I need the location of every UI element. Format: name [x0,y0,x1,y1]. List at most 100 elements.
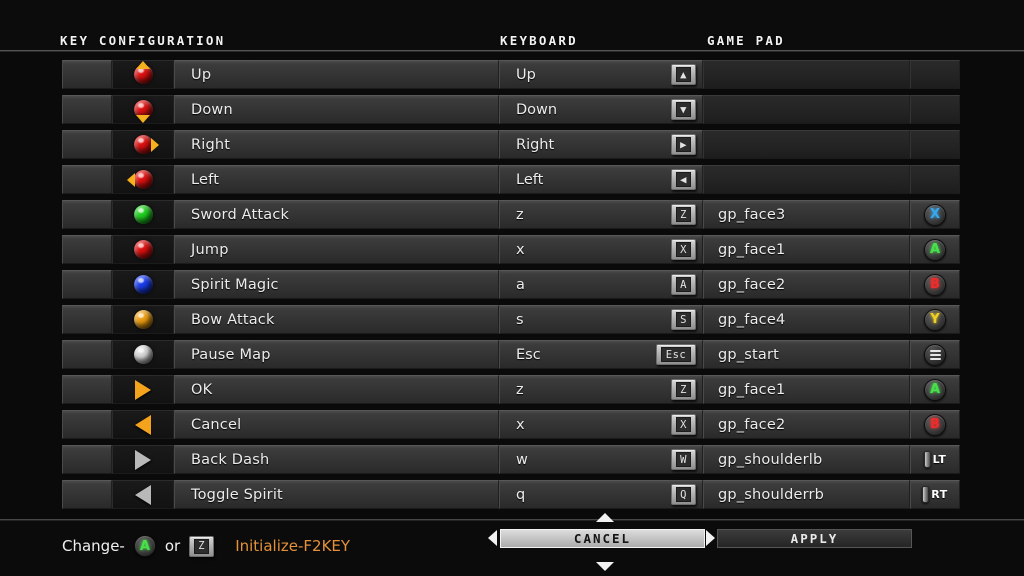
row-marker-cell [62,165,112,194]
keyboard-binding-cell[interactable]: xX [499,410,703,439]
gamepad-binding-cell[interactable]: gp_face2 [703,410,910,439]
gamepad-binding-cell[interactable] [703,165,910,194]
cursor-down-icon [596,562,614,571]
keycap-glyph: Z [676,207,691,222]
action-icon-cell [112,235,174,264]
table-row[interactable]: Up Up ▲ [62,60,962,89]
keycap-glyph: Esc [661,347,691,362]
keyboard-binding-cell[interactable]: xX [499,235,703,264]
keyboard-binding-cell[interactable]: zZ [499,375,703,404]
gamepad-binding-cell[interactable] [703,130,910,159]
column-header-keyboard: KEYBOARD [500,33,578,48]
w-key-icon: W [671,449,696,470]
row-marker-cell [62,200,112,229]
gamepad-binding-cell[interactable]: gp_shoulderlb [703,445,910,474]
table-row[interactable]: Bow Attack s Sgp_face4 Y [62,305,962,334]
action-label: Left [191,171,220,188]
arrow-down-icon [136,115,150,123]
gamepad-binding-cell[interactable]: gp_face4 [703,305,910,334]
or-label: or [164,537,181,555]
keycap-glyph: ▲ [676,67,691,82]
gamepad-binding-cell[interactable]: gp_shoulderrb [703,480,910,509]
page-title: KEY CONFIGURATION [60,33,226,48]
row-marker-cell [62,60,112,89]
gamepad-icon-cell: A [910,375,960,404]
gamepad-binding-cell[interactable] [703,60,910,89]
keyboard-binding-cell[interactable]: Down ▼ [499,95,703,124]
initialize-hint-label: Initialize-F2KEY [235,537,351,555]
cancel-button[interactable]: CANCEL [500,529,705,548]
gamepad-binding-label: gp_face2 [718,416,786,433]
gamepad-binding-cell[interactable] [703,95,910,124]
z-key-icon: Z [671,379,696,400]
keycap-glyph: X [676,242,691,257]
table-row[interactable]: Down Down ▼ [62,95,962,124]
row-marker-cell [62,95,112,124]
action-name-cell: Pause Map [174,340,499,369]
esc-key-icon: Esc [656,344,696,365]
table-row[interactable]: Back Dash w Wgp_shoulderlb LT [62,445,962,474]
action-label: Bow Attack [191,311,275,328]
table-row[interactable]: Toggle Spirit q Qgp_shoulderrb RT [62,480,962,509]
keyboard-binding-cell[interactable]: wW [499,445,703,474]
action-icon-cell [112,480,174,509]
keyboard-binding-cell[interactable]: Up ▲ [499,60,703,89]
table-row[interactable]: Sword Attack z Zgp_face3 X [62,200,962,229]
action-name-cell: Down [174,95,499,124]
table-row[interactable]: Pause Map Esc Esc gp_start [62,340,962,369]
gamepad-icon-cell [910,130,960,159]
keyboard-binding-cell[interactable]: zZ [499,200,703,229]
table-row[interactable]: Left Left ◀ [62,165,962,194]
table-row[interactable]: Right Right ▶ [62,130,962,159]
x-key-icon: X [671,414,696,435]
gamepad-binding-label: gp_face1 [718,241,786,258]
keyboard-binding-cell[interactable]: sS [499,305,703,334]
green-sphere-icon [133,205,153,224]
keyboard-binding-cell[interactable]: qQ [499,480,703,509]
action-name-cell: Left [174,165,499,194]
gamepad-binding-cell[interactable]: gp_face1 [703,375,910,404]
action-label: Right [191,136,231,153]
keyboard-binding-cell[interactable]: aA [499,270,703,299]
row-marker-cell [62,375,112,404]
gamepad-binding-cell[interactable]: gp_face2 [703,270,910,299]
action-label: Down [191,101,233,118]
arrow-left-icon [127,172,135,187]
action-name-cell: Right [174,130,499,159]
gamepad-icon-cell [910,95,960,124]
action-label: OK [191,381,213,398]
action-icon-cell [112,165,174,194]
action-icon-cell [112,270,174,299]
action-icon-cell [112,305,174,334]
trigger-label: RT [931,488,948,501]
keycap-glyph: S [676,312,691,327]
apply-button[interactable]: APPLY [717,529,912,548]
table-row[interactable]: OK z Zgp_face1 A [62,375,962,404]
a-key-icon: A [671,274,696,295]
gamepad-binding-cell[interactable]: gp_face3 [703,200,910,229]
action-icon-cell [112,60,174,89]
arrow-left-key-icon: ◀ [671,169,696,190]
keyboard-binding-cell[interactable]: Left ◀ [499,165,703,194]
table-row[interactable]: Spirit Magic a Agp_face2 B [62,270,962,299]
action-icon-cell [112,375,174,404]
gamepad-binding-cell[interactable]: gp_start [703,340,910,369]
keyboard-binding-cell[interactable]: Esc Esc [499,340,703,369]
header-divider [0,50,1024,52]
keyboard-binding-label: Left [516,171,544,188]
trigger-body-icon [923,451,931,468]
row-marker-cell [62,340,112,369]
footer-divider [0,519,1024,521]
xbox-lt-trigger-icon: LT [923,451,947,468]
z-key-icon: Z [189,535,215,557]
action-name-cell: Up [174,60,499,89]
arrow-down-key-icon: ▼ [671,99,696,120]
gamepad-binding-cell[interactable]: gp_face1 [703,235,910,264]
action-name-cell: Sword Attack [174,200,499,229]
keyboard-binding-cell[interactable]: Right ▶ [499,130,703,159]
gray-triangle-left-icon [135,484,151,505]
gamepad-icon-cell: LT [910,445,960,474]
cursor-right-icon [706,530,715,546]
table-row[interactable]: Cancel x Xgp_face2 B [62,410,962,439]
table-row[interactable]: Jump x Xgp_face1 A [62,235,962,264]
